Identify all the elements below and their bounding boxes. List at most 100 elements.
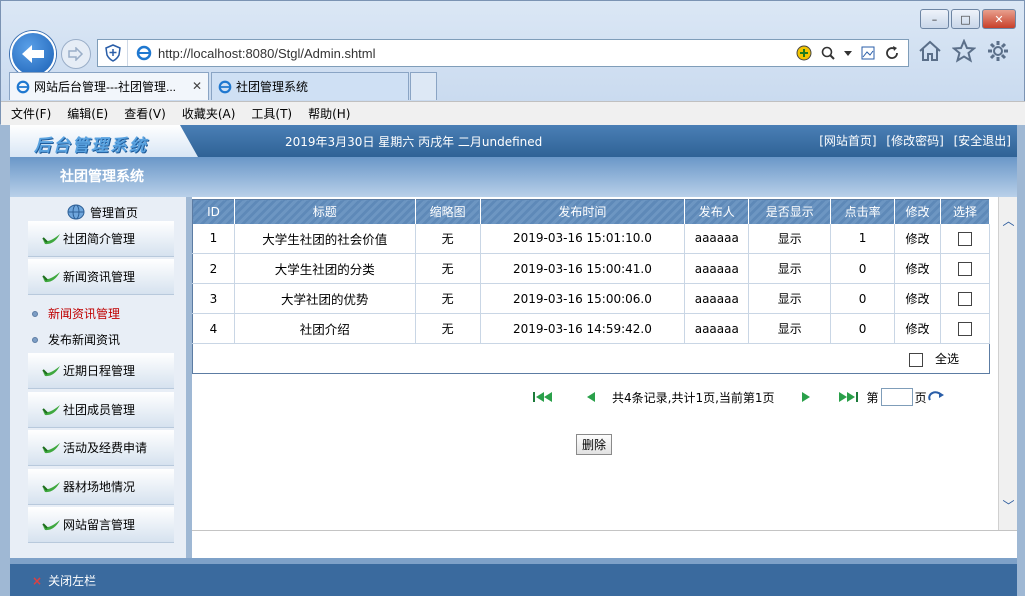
tab-system[interactable]: 社团管理系统 [211, 72, 409, 100]
select-all-checkbox[interactable] [909, 352, 924, 367]
sidebar-item-schedule[interactable]: 近期日程管理 [28, 353, 174, 389]
url-text[interactable]: http://localhost:8080/Stgl/Admin.shtml [158, 46, 796, 61]
dropdown-icon[interactable] [844, 45, 852, 61]
tab-close-icon[interactable]: ✕ [192, 79, 202, 93]
sidebar-subitem-news-publish[interactable]: 发布新闻资讯 [32, 331, 120, 348]
row-checkbox[interactable] [957, 261, 972, 276]
tab-label: 社团管理系统 [236, 80, 309, 94]
change-password-link[interactable]: [修改密码] [886, 134, 943, 148]
go-icon[interactable] [927, 390, 945, 404]
leaf-icon [42, 404, 60, 415]
restore-button[interactable]: □ [951, 9, 980, 29]
cell-show: 显示 [748, 223, 832, 254]
forward-arrow-icon [68, 47, 84, 61]
page-number-input[interactable] [880, 388, 913, 406]
edit-link[interactable]: 修改 [894, 283, 941, 314]
forward-button[interactable] [61, 39, 91, 69]
close-window-button[interactable]: ✕ [982, 9, 1016, 29]
close-sidebar-link[interactable]: × 关闭左栏 [32, 572, 96, 589]
sidebar-item-activities[interactable]: 活动及经费申请 [28, 430, 174, 466]
cell-time: 2019-03-16 15:00:06.0 [480, 283, 686, 314]
table-row: 4 社团介绍 无 2019-03-16 14:59:42.0 aaaaaa 显示… [192, 313, 991, 344]
row-checkbox[interactable] [957, 291, 972, 306]
compatibility-icon[interactable] [796, 45, 812, 61]
page-info: 共4条记录,共计1页,当前第1页 [612, 390, 775, 405]
menu-tools[interactable]: 工具(T) [251, 105, 292, 122]
first-page-icon[interactable] [532, 391, 554, 403]
cell-author: aaaaaa [684, 283, 750, 314]
cell-time: 2019-03-16 14:59:42.0 [480, 313, 686, 344]
next-page-icon[interactable] [799, 391, 813, 403]
row-checkbox[interactable] [957, 321, 972, 336]
leaf-icon [42, 271, 60, 282]
content-bottom-area [192, 530, 1017, 558]
new-tab-button[interactable] [410, 72, 437, 100]
menu-file[interactable]: 文件(F) [11, 105, 51, 122]
tab-admin[interactable]: 网站后台管理---社团管理... ✕ [9, 72, 209, 100]
security-shield-icon[interactable] [98, 40, 128, 66]
pagination: 共4条记录,共计1页,当前第1页 第 页 [532, 388, 945, 406]
vertical-scrollbar[interactable]: ︿ ﹀ [998, 197, 1017, 530]
menu-help[interactable]: 帮助(H) [308, 105, 350, 122]
news-table: ID 标题 缩略图 发布时间 发布人 是否显示 点击率 修改 选择 1 大学生社… [192, 199, 991, 374]
cell-show: 显示 [748, 283, 832, 314]
cell-title: 大学生社团的社会价值 [234, 223, 416, 254]
browser-chrome: – □ ✕ http://localhost:8080/Stgl/Admin.s… [0, 0, 1025, 125]
edit-link[interactable]: 修改 [894, 313, 941, 344]
home-icon[interactable] [918, 39, 942, 63]
cell-time: 2019-03-16 15:00:41.0 [480, 253, 686, 284]
cell-title: 大学生社团的分类 [234, 253, 416, 284]
search-icon[interactable] [820, 45, 836, 61]
sidebar-item-label: 活动及经费申请 [63, 441, 148, 455]
scroll-down-icon[interactable]: ﹀ [1002, 500, 1015, 513]
sidebar-item-members[interactable]: 社团成员管理 [28, 392, 174, 428]
sidebar-subitem-label: 新闻资讯管理 [48, 307, 121, 321]
sidebar-item-messages[interactable]: 网站留言管理 [28, 507, 174, 543]
sidebar: 管理首页 社团简介管理 新闻资讯管理 新闻资讯管理 发布新闻资讯 近期日程管理 … [10, 197, 186, 558]
column-header: 缩略图 [415, 199, 481, 224]
sidebar-item-intro[interactable]: 社团简介管理 [28, 221, 174, 257]
sidebar-home[interactable]: 管理首页 [66, 203, 138, 221]
row-checkbox[interactable] [957, 231, 972, 246]
edit-link[interactable]: 修改 [894, 223, 941, 254]
sidebar-item-equipment[interactable]: 器材场地情况 [28, 469, 174, 505]
select-all-label: 全选 [934, 352, 959, 366]
header-date: 2019年3月30日 星期六 丙戌年 二月undefined [285, 135, 543, 149]
column-header: 选择 [940, 199, 991, 224]
cell-id: 4 [192, 313, 235, 344]
logout-link[interactable]: [安全退出] [954, 134, 1011, 148]
cell-id: 1 [192, 223, 235, 254]
favorites-star-icon[interactable] [952, 39, 976, 63]
sidebar-subitem-news-manage[interactable]: 新闻资讯管理 [32, 305, 120, 322]
cell-select [940, 313, 991, 344]
cell-thumb: 无 [415, 313, 481, 344]
site-home-link[interactable]: [网站首页] [819, 134, 876, 148]
scroll-up-icon[interactable]: ︿ [1002, 215, 1015, 228]
gear-icon[interactable] [986, 39, 1010, 63]
broken-page-icon[interactable] [860, 45, 876, 61]
edit-link[interactable]: 修改 [894, 253, 941, 284]
footer-bar: × 关闭左栏 [10, 558, 1017, 596]
cell-title: 社团介绍 [234, 313, 416, 344]
cell-show: 显示 [748, 253, 832, 284]
column-header: 发布人 [684, 199, 750, 224]
cell-title: 大学社团的优势 [234, 283, 416, 314]
refresh-icon[interactable] [884, 45, 900, 61]
system-title: 社团管理系统 [60, 169, 144, 185]
minimize-button[interactable]: – [920, 9, 949, 29]
menu-edit[interactable]: 编辑(E) [67, 105, 108, 122]
table-row: 3 大学社团的优势 无 2019-03-16 15:00:06.0 aaaaaa… [192, 283, 991, 314]
back-button[interactable] [10, 31, 56, 77]
last-page-icon[interactable] [837, 391, 859, 403]
leaf-icon [42, 233, 60, 244]
address-bar[interactable]: http://localhost:8080/Stgl/Admin.shtml [97, 39, 909, 67]
select-all-row: 全选 [193, 344, 990, 374]
back-arrow-icon [22, 45, 44, 63]
menu-favorites[interactable]: 收藏夹(A) [182, 105, 236, 122]
prev-page-icon[interactable] [584, 391, 598, 403]
cell-clicks: 1 [830, 223, 896, 254]
sidebar-item-news[interactable]: 新闻资讯管理 [28, 259, 174, 295]
menu-view[interactable]: 查看(V) [124, 105, 166, 122]
leaf-icon [42, 442, 60, 453]
delete-button[interactable]: 删除 [576, 434, 613, 455]
